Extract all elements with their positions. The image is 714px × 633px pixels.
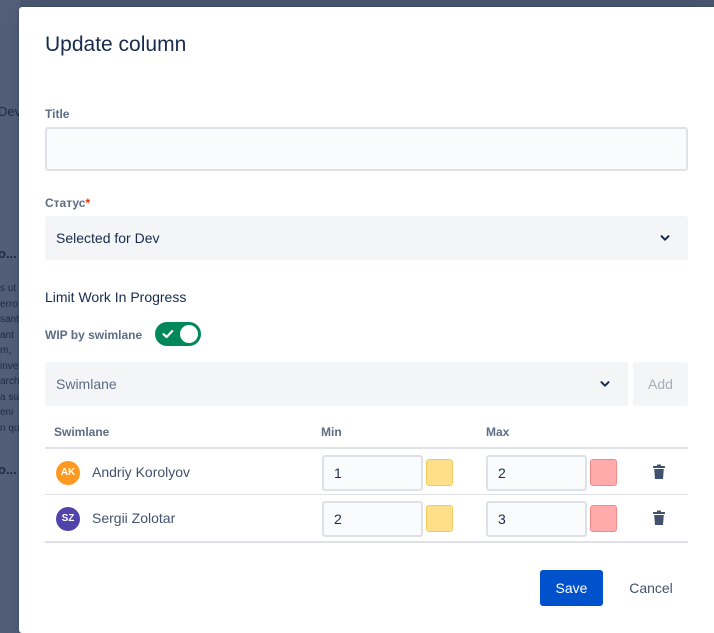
max-input[interactable]: [486, 455, 587, 491]
min-input[interactable]: [322, 501, 423, 537]
chevron-down-icon: [600, 381, 610, 387]
column-header-max: Max: [486, 425, 510, 439]
wip-section-title: Limit Work In Progress: [45, 289, 187, 305]
column-header-swimlane: Swimlane: [54, 425, 110, 439]
wip-by-swimlane-toggle[interactable]: [155, 322, 201, 346]
swimlane-select-placeholder: Swimlane: [56, 376, 117, 392]
title-input[interactable]: [45, 127, 688, 171]
wip-toggle-label: WIP by swimlane: [45, 328, 143, 342]
table-bottom-divider: [45, 541, 688, 543]
max-input[interactable]: [486, 501, 587, 537]
add-swimlane-button[interactable]: Add: [633, 362, 688, 406]
swimlane-name: Sergii Zolotar: [92, 510, 176, 526]
cancel-button[interactable]: Cancel: [613, 570, 689, 606]
chevron-down-icon: [660, 235, 670, 241]
trash-icon[interactable]: [652, 464, 666, 480]
dialog-title: Update column: [45, 33, 187, 56]
table-row: SZ Sergii Zolotar: [45, 495, 688, 541]
max-color-swatch[interactable]: [590, 505, 617, 532]
table-row: AK Andriy Korolyov: [45, 449, 688, 495]
toggle-knob: [180, 325, 198, 343]
min-color-swatch[interactable]: [426, 459, 453, 486]
status-select-value: Selected for Dev: [56, 230, 160, 246]
title-field-label: Title: [45, 107, 70, 121]
status-select[interactable]: Selected for Dev: [45, 216, 688, 260]
avatar: SZ: [56, 507, 80, 531]
swimlane-select[interactable]: Swimlane: [45, 362, 628, 406]
required-asterisk: *: [85, 196, 91, 210]
max-color-swatch[interactable]: [590, 459, 617, 486]
trash-icon[interactable]: [652, 510, 666, 526]
update-column-dialog: Update column Title Статус* Selected for…: [19, 7, 714, 633]
min-input[interactable]: [322, 455, 423, 491]
min-color-swatch[interactable]: [426, 505, 453, 532]
column-header-min: Min: [321, 425, 342, 439]
status-field-label: Статус*: [45, 196, 91, 210]
avatar: AK: [56, 461, 80, 485]
swimlane-name: Andriy Korolyov: [92, 464, 191, 480]
check-icon: [162, 329, 174, 339]
save-button[interactable]: Save: [540, 570, 603, 606]
